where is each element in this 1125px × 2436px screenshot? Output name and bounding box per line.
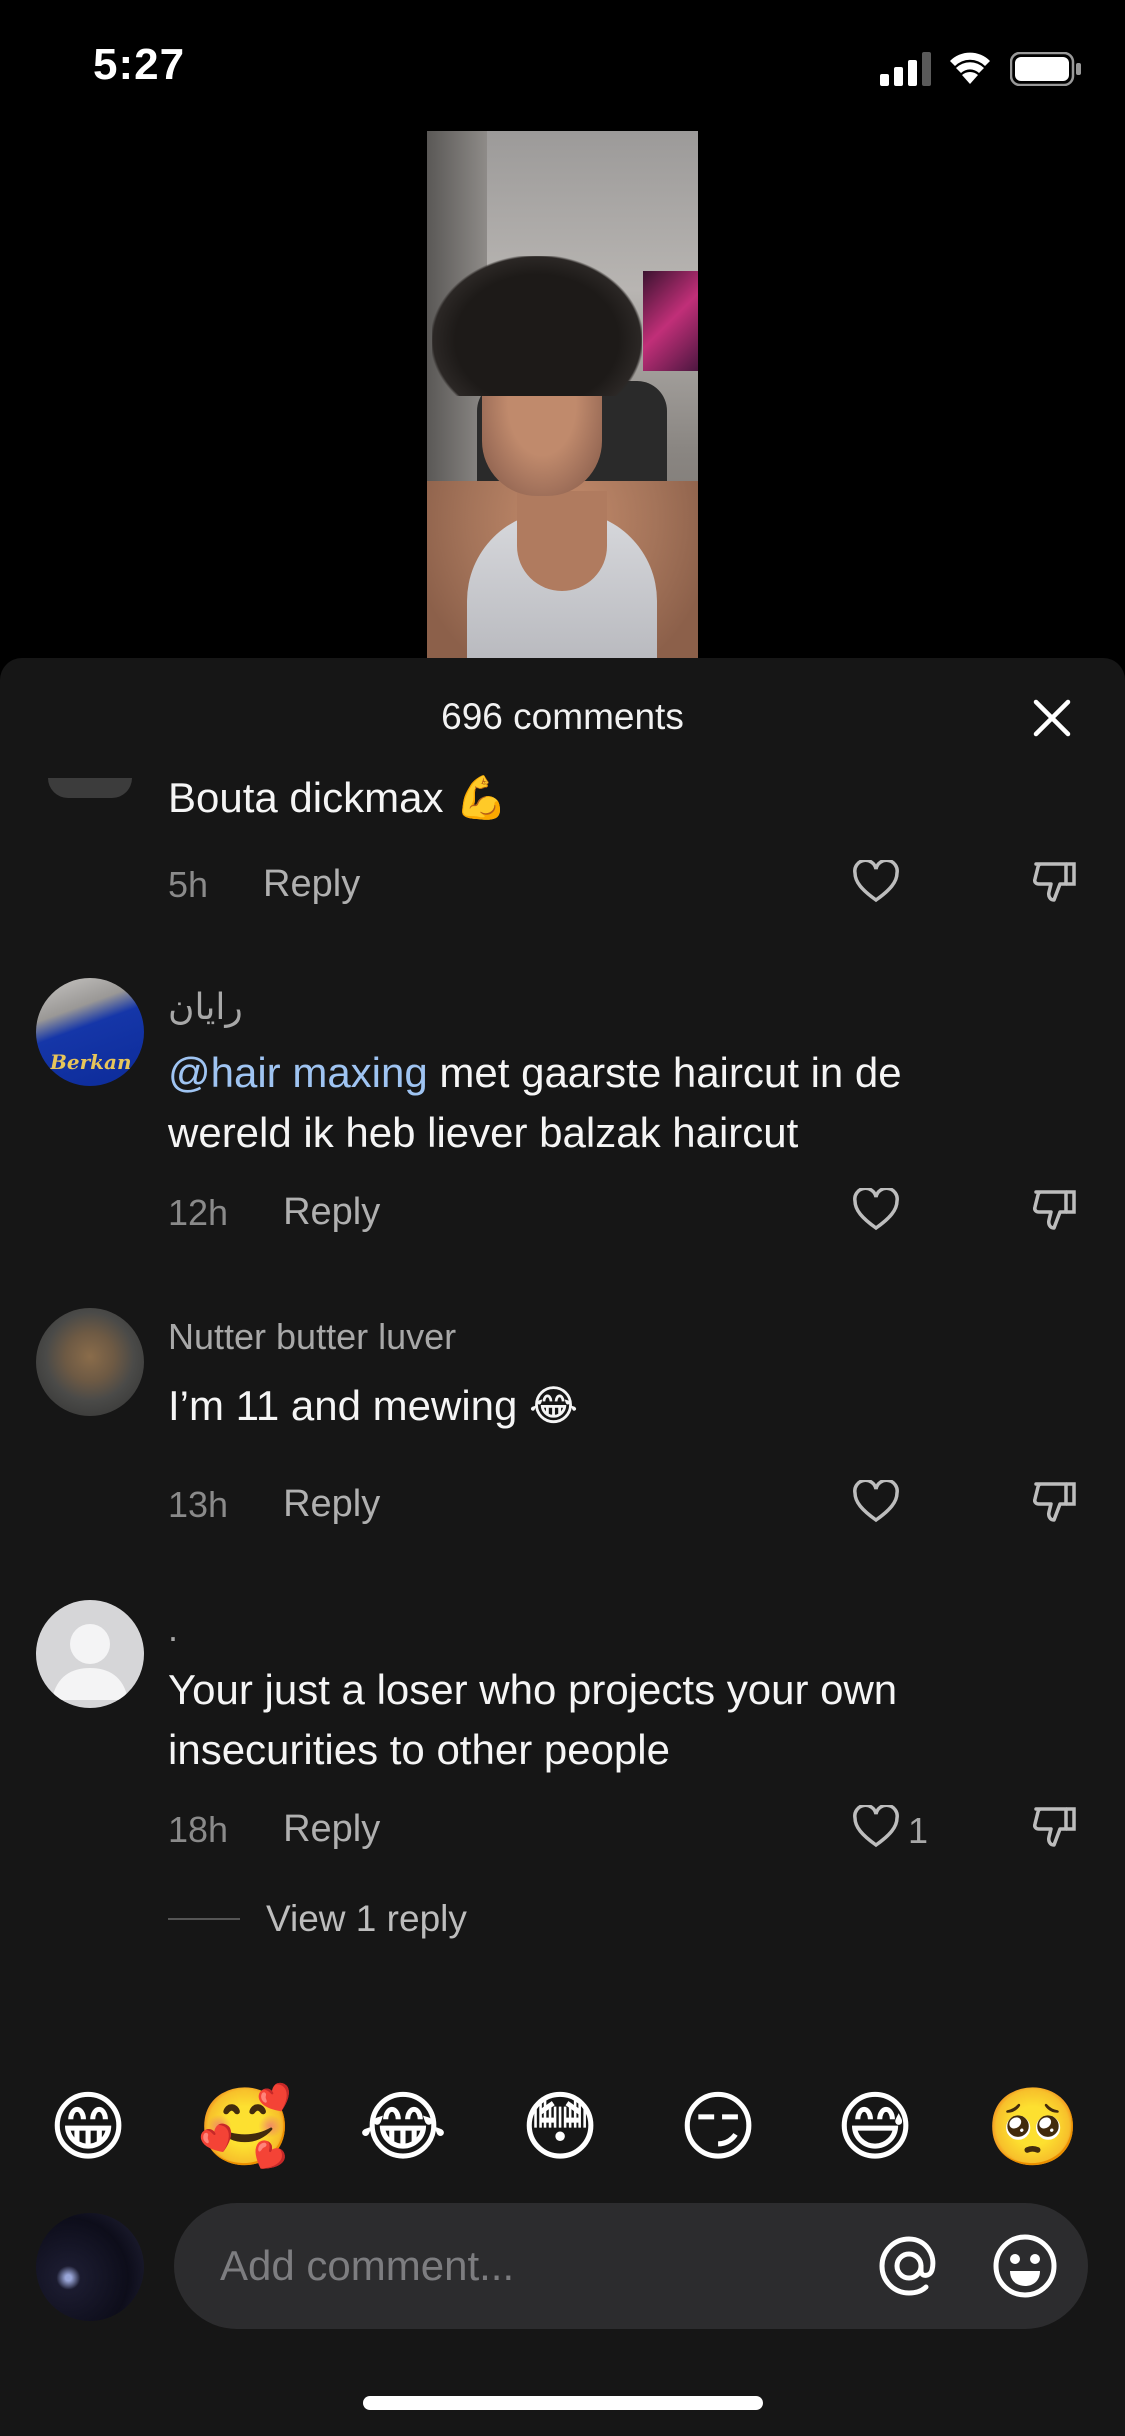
comment-composer (0, 2198, 1125, 2329)
smiley-icon[interactable] (990, 2231, 1060, 2301)
video-player[interactable] (427, 131, 698, 661)
thumbs-down-icon[interactable] (1030, 1186, 1078, 1234)
avatar[interactable]: Berkan (36, 978, 144, 1086)
comment-username[interactable]: . (168, 1608, 178, 1650)
view-replies-label: View 1 reply (266, 1898, 467, 1939)
user-avatar[interactable] (36, 2213, 144, 2321)
comment-username[interactable]: رايان (168, 986, 243, 1028)
comment-text: Your just a loser who projects your own … (168, 1666, 898, 1773)
quick-emoji-row: 😁 🥰 😂 😳 😏 😅 🥺 (0, 2078, 1125, 2178)
heart-icon[interactable] (852, 1480, 900, 1524)
comment-time: 13h (168, 1483, 229, 1525)
comment-meta: 12h Reply (168, 1191, 380, 1234)
comment-meta: 13h Reply (168, 1483, 380, 1526)
reply-button[interactable]: Reply (263, 863, 360, 906)
home-indicator[interactable] (363, 2396, 763, 2410)
heart-icon[interactable] (852, 1188, 900, 1232)
emoji-sweat-smile[interactable]: 😅 (825, 2078, 925, 2178)
wifi-icon (950, 52, 990, 84)
avatar-text: Berkan (50, 1050, 132, 1074)
divider (168, 1918, 240, 1920)
avatar[interactable] (36, 1600, 144, 1708)
comment-meta: 5h Reply (168, 863, 360, 906)
cellular-signal-icon (880, 52, 931, 86)
status-bar: 5:27 (0, 0, 1125, 140)
avatar[interactable] (36, 1308, 144, 1416)
like-count: 1 (908, 1810, 929, 1851)
reply-button[interactable]: Reply (283, 1191, 380, 1234)
close-icon[interactable] (1030, 696, 1074, 740)
comments-sheet: 696 comments Bouta dickmax 💪 5h Reply Be… (0, 658, 1125, 2436)
comment-time: 12h (168, 1191, 229, 1233)
comment-time: 5h (168, 863, 209, 905)
mention-link[interactable]: @hair maxing (168, 1049, 428, 1096)
emoji-grin[interactable]: 😁 (38, 2078, 138, 2178)
status-time: 5:27 (93, 40, 186, 89)
emoji-smirk[interactable]: 😏 (668, 2078, 768, 2178)
avatar[interactable] (48, 778, 132, 798)
default-avatar-icon (52, 1624, 128, 1700)
reply-button[interactable]: Reply (283, 1808, 380, 1851)
heart-icon[interactable] (852, 1805, 900, 1849)
emoji-flushed[interactable]: 😳 (510, 2078, 610, 2178)
comment-meta: 18h Reply (168, 1808, 380, 1851)
comment-input[interactable] (220, 2203, 820, 2329)
emoji-smiling-hearts[interactable]: 🥰 (195, 2078, 295, 2178)
view-replies-button[interactable]: View 1 reply (168, 1898, 467, 1940)
comment-text: Bouta dickmax 💪 (168, 774, 508, 821)
comments-count-title: 696 comments (441, 696, 684, 737)
emoji-pleading[interactable]: 🥺 (983, 2078, 1083, 2178)
reply-button[interactable]: Reply (283, 1483, 380, 1526)
comment-username[interactable]: Nutter butter luver (168, 1316, 456, 1358)
comment-time: 18h (168, 1808, 229, 1850)
heart-icon[interactable] (852, 860, 900, 904)
comment-text: @hair maxing met gaarste haircut in de w… (168, 1043, 1028, 1163)
at-icon[interactable] (874, 2231, 944, 2301)
emoji-joy[interactable]: 😂 (353, 2078, 453, 2178)
thumbs-down-icon[interactable] (1030, 858, 1078, 906)
comment-input-container (174, 2203, 1088, 2329)
thumbs-down-icon[interactable] (1030, 1478, 1078, 1526)
thumbs-down-icon[interactable] (1030, 1803, 1078, 1851)
comment-text: I’m 11 and mewing 😂 (168, 1382, 579, 1429)
battery-icon (1010, 52, 1081, 86)
